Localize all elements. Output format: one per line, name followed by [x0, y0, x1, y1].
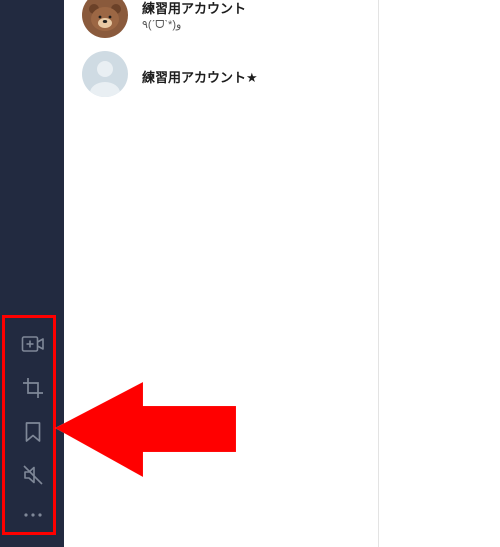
bookmark-icon[interactable]	[20, 419, 46, 445]
chat-list-item[interactable]: 練習用アカウント★	[82, 51, 372, 101]
chat-status: ٩(ˊᗜˋ*)و	[142, 19, 182, 31]
chat-name: 練習用アカウント★	[142, 70, 258, 85]
chat-empty-pane	[379, 0, 500, 547]
more-icon[interactable]	[20, 502, 46, 528]
crop-icon[interactable]	[20, 375, 46, 401]
app-window: 練習用アカウント ٩(ˊᗜˋ*)و 練習用アカウント★	[0, 0, 500, 547]
chat-name: 練習用アカウント	[142, 1, 247, 16]
brown-bear-icon	[82, 0, 128, 38]
chat-list-item[interactable]: 練習用アカウント ٩(ˊᗜˋ*)و	[82, 0, 372, 42]
video-call-icon[interactable]	[20, 331, 46, 357]
red-arrow-icon	[55, 382, 237, 478]
default-user-icon	[82, 51, 128, 97]
mute-icon[interactable]	[20, 462, 46, 488]
